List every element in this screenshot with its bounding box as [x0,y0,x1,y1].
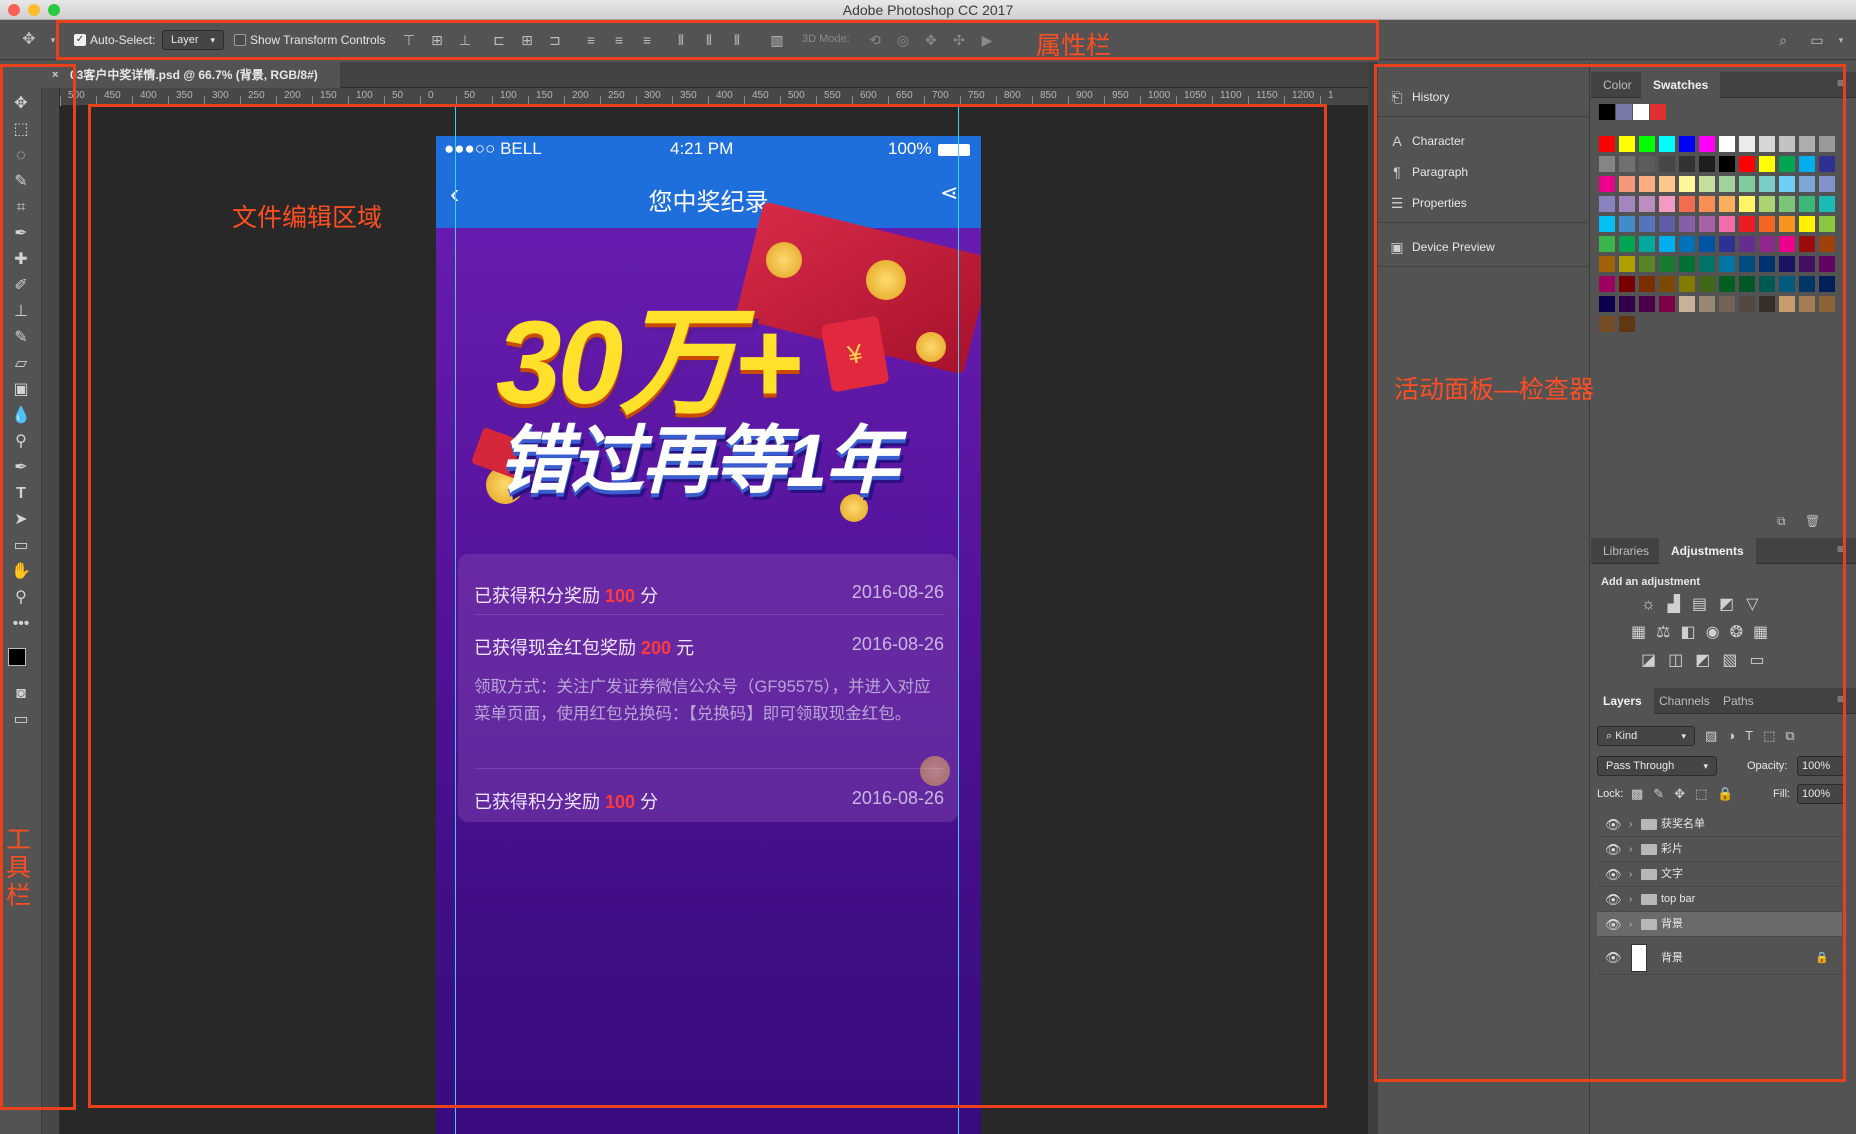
annotation-box-options-bar [56,20,1379,60]
ruler-label: 950 [1112,90,1129,101]
ruler-label: 150 [536,90,553,101]
ruler-label: 350 [176,90,193,101]
ruler-label: 250 [248,90,265,101]
ruler-label: 400 [716,90,733,101]
ruler-label: 900 [1076,90,1093,101]
ruler-label: 50 [392,90,404,101]
annotation-box-toolbar [0,64,76,1110]
ruler-label: 300 [212,90,229,101]
minimize-window-button[interactable] [28,4,40,16]
search-icon[interactable]: ⌕ [1774,32,1792,48]
ruler-label: 200 [572,90,589,101]
annotation-label-toolbar: 工具栏 [6,826,32,910]
title-bar: Adobe Photoshop CC 2017 [0,0,1856,20]
ruler-label: 50 [464,90,476,101]
ruler-label: 200 [284,90,301,101]
ruler-label: 450 [104,90,121,101]
ruler-label: 700 [932,90,949,101]
ruler-label: 350 [680,90,697,101]
ruler-label: 800 [1004,90,1021,101]
document-tab-title: 03客户中奖详情.psd @ 66.7% (背景, RGB/8#) [70,68,318,82]
ruler-label: 1 [1328,90,1334,101]
zoom-window-button[interactable] [48,4,60,16]
workspace-icon[interactable]: ▭ [1808,32,1826,48]
annotation-label-canvas: 文件编辑区域 [232,204,383,232]
annotation-box-canvas [88,104,1327,1108]
annotation-label-options-bar: 属性栏 [1036,32,1112,60]
app-title: Adobe Photoshop CC 2017 [842,2,1014,18]
ruler-label: 600 [860,90,877,101]
ruler-label: 1200 [1292,90,1315,101]
document-tab-bar: × 03客户中奖详情.psd @ 66.7% (背景, RGB/8#) [52,62,1368,88]
ruler-label: 450 [752,90,769,101]
ruler-label: 1000 [1148,90,1171,101]
ruler-label: 400 [140,90,157,101]
ruler-label: 1100 [1220,90,1242,101]
ruler-label: 100 [500,90,517,101]
ruler-label: 0 [428,90,434,101]
ruler-label: 150 [320,90,337,101]
workspace-chevron-icon[interactable]: ▾ [1832,32,1850,48]
ruler-label: 650 [896,90,913,101]
ruler-label: 100 [356,90,373,101]
annotation-label-panels: 活动面板—检查器 [1394,376,1595,404]
ruler-label: 550 [824,90,841,101]
ruler-label: 850 [1040,90,1057,101]
ruler-label: 750 [968,90,985,101]
annotation-box-panels [1374,64,1846,1082]
ruler-label: 500 [788,90,805,101]
ruler-label: 300 [644,90,661,101]
ruler-label: 250 [608,90,625,101]
ruler-label: 1050 [1184,90,1207,101]
move-tool-icon[interactable]: ✥ [20,32,38,48]
ruler-label: 1150 [1256,90,1278,101]
document-tab[interactable]: × 03客户中奖详情.psd @ 66.7% (背景, RGB/8#) [52,62,340,88]
close-window-button[interactable] [8,4,20,16]
